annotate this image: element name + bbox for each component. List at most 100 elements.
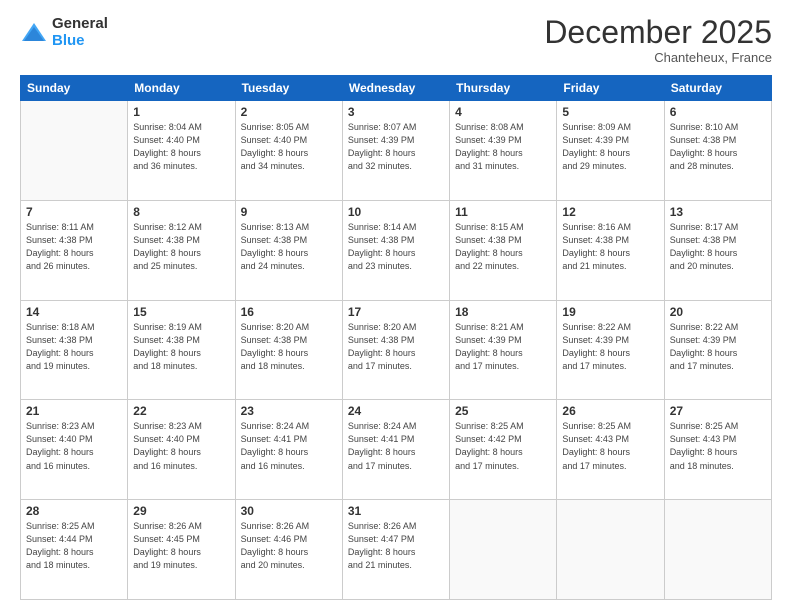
calendar-cell: 9 Sunrise: 8:13 AMSunset: 4:38 PMDaylight… [235, 200, 342, 300]
day-number: 23 [241, 404, 337, 418]
day-detail: Sunrise: 8:07 AMSunset: 4:39 PMDaylight:… [348, 121, 444, 173]
day-detail: Sunrise: 8:05 AMSunset: 4:40 PMDaylight:… [241, 121, 337, 173]
day-number: 3 [348, 105, 444, 119]
calendar-cell: 19 Sunrise: 8:22 AMSunset: 4:39 PMDayligh… [557, 300, 664, 400]
day-detail: Sunrise: 8:22 AMSunset: 4:39 PMDaylight:… [670, 321, 766, 373]
day-number: 19 [562, 305, 658, 319]
day-detail: Sunrise: 8:08 AMSunset: 4:39 PMDaylight:… [455, 121, 551, 173]
day-detail: Sunrise: 8:10 AMSunset: 4:38 PMDaylight:… [670, 121, 766, 173]
day-detail: Sunrise: 8:25 AMSunset: 4:44 PMDaylight:… [26, 520, 122, 572]
day-number: 6 [670, 105, 766, 119]
calendar-week-row: 21 Sunrise: 8:23 AMSunset: 4:40 PMDayligh… [21, 400, 772, 500]
day-detail: Sunrise: 8:24 AMSunset: 4:41 PMDaylight:… [348, 420, 444, 472]
header: General Blue December 2025 Chanteheux, F… [20, 16, 772, 65]
calendar-cell: 4 Sunrise: 8:08 AMSunset: 4:39 PMDaylight… [450, 101, 557, 201]
day-number: 28 [26, 504, 122, 518]
logo-text: General Blue [52, 16, 108, 49]
calendar-cell: 24 Sunrise: 8:24 AMSunset: 4:41 PMDayligh… [342, 400, 449, 500]
day-number: 22 [133, 404, 229, 418]
column-header-wednesday: Wednesday [342, 76, 449, 101]
logo-icon [20, 19, 48, 47]
column-header-monday: Monday [128, 76, 235, 101]
day-number: 24 [348, 404, 444, 418]
calendar-cell: 2 Sunrise: 8:05 AMSunset: 4:40 PMDaylight… [235, 101, 342, 201]
calendar-cell [557, 500, 664, 600]
column-header-friday: Friday [557, 76, 664, 101]
calendar-cell: 6 Sunrise: 8:10 AMSunset: 4:38 PMDaylight… [664, 101, 771, 201]
day-number: 26 [562, 404, 658, 418]
day-number: 30 [241, 504, 337, 518]
calendar-cell: 15Sunrise: 8:19 AMSunset: 4:38 PMDayligh… [128, 300, 235, 400]
day-detail: Sunrise: 8:17 AMSunset: 4:38 PMDaylight:… [670, 221, 766, 273]
day-number: 11 [455, 205, 551, 219]
calendar-cell: 16 Sunrise: 8:20 AMSunset: 4:38 PMDayligh… [235, 300, 342, 400]
day-detail: Sunrise: 8:18 AMSunset: 4:38 PMDaylight:… [26, 321, 122, 373]
day-detail: Sunrise: 8:21 AMSunset: 4:39 PMDaylight:… [455, 321, 551, 373]
day-number: 7 [26, 205, 122, 219]
calendar-cell: 18 Sunrise: 8:21 AMSunset: 4:39 PMDayligh… [450, 300, 557, 400]
calendar-cell: 5 Sunrise: 8:09 AMSunset: 4:39 PMDaylight… [557, 101, 664, 201]
day-detail: Sunrise: 8:13 AMSunset: 4:38 PMDaylight:… [241, 221, 337, 273]
day-number: 13 [670, 205, 766, 219]
column-header-sunday: Sunday [21, 76, 128, 101]
day-detail: Sunrise: 8:23 AMSunset: 4:40 PMDaylight:… [26, 420, 122, 472]
day-number: 18 [455, 305, 551, 319]
day-detail: Sunrise: 8:11 AMSunset: 4:38 PMDaylight:… [26, 221, 122, 273]
day-detail: Sunrise: 8:22 AMSunset: 4:39 PMDaylight:… [562, 321, 658, 373]
calendar-cell [450, 500, 557, 600]
day-detail: Sunrise: 8:15 AMSunset: 4:38 PMDaylight:… [455, 221, 551, 273]
day-detail: Sunrise: 8:26 AMSunset: 4:46 PMDaylight:… [241, 520, 337, 572]
calendar-cell: 23 Sunrise: 8:24 AMSunset: 4:41 PMDayligh… [235, 400, 342, 500]
calendar-cell: 28 Sunrise: 8:25 AMSunset: 4:44 PMDayligh… [21, 500, 128, 600]
day-number: 21 [26, 404, 122, 418]
calendar-cell: 31Sunrise: 8:26 AMSunset: 4:47 PMDayligh… [342, 500, 449, 600]
calendar-cell: 30 Sunrise: 8:26 AMSunset: 4:46 PMDayligh… [235, 500, 342, 600]
day-number: 25 [455, 404, 551, 418]
day-number: 9 [241, 205, 337, 219]
day-number: 2 [241, 105, 337, 119]
calendar-cell: 27 Sunrise: 8:25 AMSunset: 4:43 PMDayligh… [664, 400, 771, 500]
day-number: 14 [26, 305, 122, 319]
calendar-cell: 10 Sunrise: 8:14 AMSunset: 4:38 PMDayligh… [342, 200, 449, 300]
day-detail: Sunrise: 8:09 AMSunset: 4:39 PMDaylight:… [562, 121, 658, 173]
day-detail: Sunrise: 8:26 AMSunset: 4:47 PMDaylight:… [348, 520, 444, 572]
calendar-cell: 8 Sunrise: 8:12 AMSunset: 4:38 PMDaylight… [128, 200, 235, 300]
day-detail: Sunrise: 8:19 AMSunset: 4:38 PMDaylight:… [133, 321, 229, 373]
calendar-cell: 22Sunrise: 8:23 AMSunset: 4:40 PMDayligh… [128, 400, 235, 500]
day-detail: Sunrise: 8:12 AMSunset: 4:38 PMDaylight:… [133, 221, 229, 273]
calendar-cell: 3 Sunrise: 8:07 AMSunset: 4:39 PMDaylight… [342, 101, 449, 201]
day-detail: Sunrise: 8:24 AMSunset: 4:41 PMDaylight:… [241, 420, 337, 472]
calendar-week-row: 14 Sunrise: 8:18 AMSunset: 4:38 PMDayligh… [21, 300, 772, 400]
column-header-tuesday: Tuesday [235, 76, 342, 101]
day-number: 27 [670, 404, 766, 418]
calendar-week-row: 1Sunrise: 8:04 AMSunset: 4:40 PMDaylight… [21, 101, 772, 201]
day-number: 12 [562, 205, 658, 219]
calendar-cell [21, 101, 128, 201]
day-detail: Sunrise: 8:14 AMSunset: 4:38 PMDaylight:… [348, 221, 444, 273]
calendar-table: SundayMondayTuesdayWednesdayThursdayFrid… [20, 75, 772, 600]
calendar-cell: 1Sunrise: 8:04 AMSunset: 4:40 PMDaylight… [128, 101, 235, 201]
day-detail: Sunrise: 8:25 AMSunset: 4:43 PMDaylight:… [670, 420, 766, 472]
calendar-header-row: SundayMondayTuesdayWednesdayThursdayFrid… [21, 76, 772, 101]
calendar-cell: 25Sunrise: 8:25 AMSunset: 4:42 PMDayligh… [450, 400, 557, 500]
page: General Blue December 2025 Chanteheux, F… [0, 0, 792, 612]
calendar-cell: 20Sunrise: 8:22 AMSunset: 4:39 PMDayligh… [664, 300, 771, 400]
logo-blue: Blue [52, 33, 108, 50]
day-number: 5 [562, 105, 658, 119]
day-detail: Sunrise: 8:26 AMSunset: 4:45 PMDaylight:… [133, 520, 229, 572]
day-number: 16 [241, 305, 337, 319]
calendar-cell: 12Sunrise: 8:16 AMSunset: 4:38 PMDayligh… [557, 200, 664, 300]
calendar-week-row: 28 Sunrise: 8:25 AMSunset: 4:44 PMDayligh… [21, 500, 772, 600]
calendar-cell: 14 Sunrise: 8:18 AMSunset: 4:38 PMDayligh… [21, 300, 128, 400]
day-number: 10 [348, 205, 444, 219]
day-detail: Sunrise: 8:20 AMSunset: 4:38 PMDaylight:… [241, 321, 337, 373]
calendar-cell: 21 Sunrise: 8:23 AMSunset: 4:40 PMDayligh… [21, 400, 128, 500]
day-number: 29 [133, 504, 229, 518]
calendar-cell: 11 Sunrise: 8:15 AMSunset: 4:38 PMDayligh… [450, 200, 557, 300]
calendar-cell [664, 500, 771, 600]
day-number: 8 [133, 205, 229, 219]
day-number: 4 [455, 105, 551, 119]
day-number: 17 [348, 305, 444, 319]
calendar-week-row: 7 Sunrise: 8:11 AMSunset: 4:38 PMDaylight… [21, 200, 772, 300]
title-block: December 2025 Chanteheux, France [544, 16, 772, 65]
